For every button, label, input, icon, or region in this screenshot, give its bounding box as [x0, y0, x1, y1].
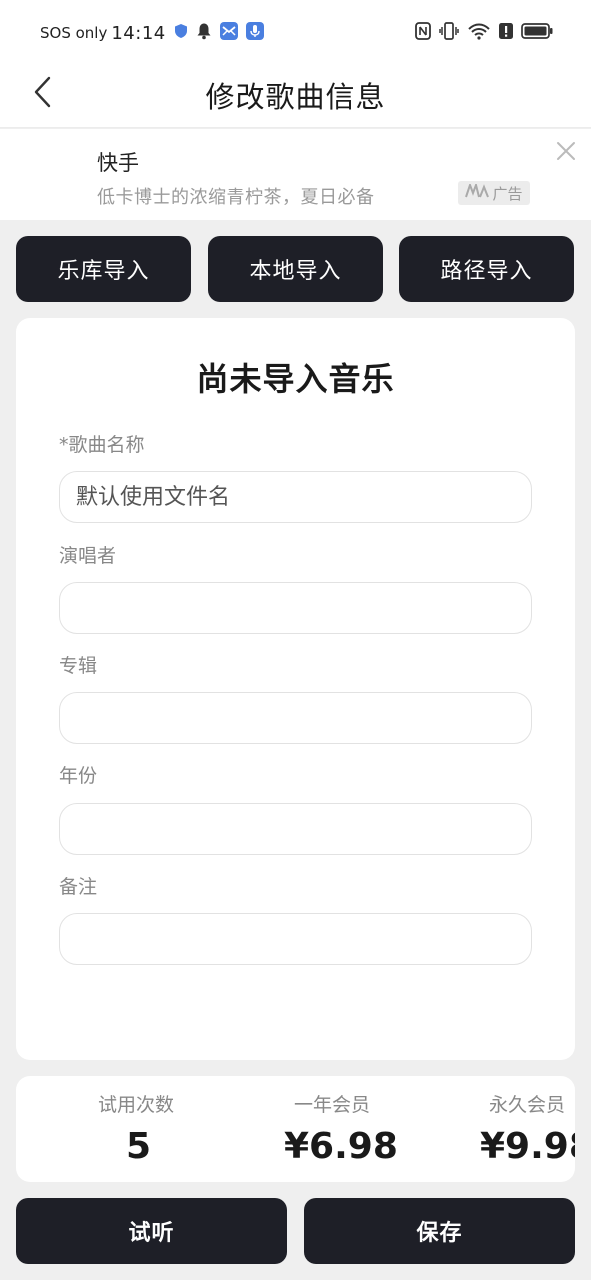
wifi-icon: [467, 22, 491, 44]
yearly-membership-option[interactable]: 一年会员 ¥6.98: [202, 1076, 398, 1182]
save-button[interactable]: 保存: [304, 1198, 575, 1264]
year-label: 年份: [59, 765, 98, 787]
pricing-panel: 试用次数 5 一年会员 ¥6.98 永久会员 ¥9.98: [16, 1076, 575, 1182]
import-button-row: 乐库导入 本地导入 路径导入: [16, 236, 575, 302]
ad-title: 快手: [97, 151, 139, 175]
path-import-button[interactable]: 路径导入: [399, 236, 574, 302]
carrier-text: SOS only: [40, 24, 108, 42]
mic-app-icon: [245, 22, 264, 44]
ad-banner[interactable]: 快手 低卡博士的浓缩青柠茶，夏日必备 广告: [0, 129, 591, 220]
yearly-membership-label: 一年会员: [294, 1094, 371, 1116]
vibrate-icon: [439, 22, 459, 44]
album-input[interactable]: [59, 692, 532, 744]
lifetime-membership-label: 永久会员: [489, 1094, 566, 1116]
trial-count-label: 试用次数: [98, 1094, 175, 1116]
app-header: 修改歌曲信息: [0, 66, 591, 128]
lifetime-membership-price: ¥9.98: [480, 1126, 575, 1167]
note-input[interactable]: [59, 913, 532, 965]
note-label: 备注: [59, 876, 98, 898]
trial-count-value: 5: [126, 1126, 152, 1167]
local-import-button[interactable]: 本地导入: [208, 236, 383, 302]
song-name-label: *歌曲名称: [59, 434, 145, 456]
battery-icon: [521, 22, 553, 44]
bell-icon: [196, 22, 212, 44]
alert-icon: [499, 22, 513, 44]
yearly-membership-price: ¥6.98: [284, 1126, 398, 1167]
ad-badge-label: 广告: [492, 184, 523, 203]
status-bar: SOS only 14:14: [0, 0, 591, 66]
ad-badge: 广告: [458, 181, 530, 205]
ad-logo-icon: [465, 181, 490, 202]
year-input[interactable]: [59, 803, 532, 855]
preview-button[interactable]: 试听: [16, 1198, 287, 1264]
page-title: 修改歌曲信息: [205, 80, 386, 114]
close-icon[interactable]: [555, 140, 577, 162]
nfc-icon: [415, 22, 431, 44]
artist-input[interactable]: [59, 582, 532, 634]
lifetime-membership-option[interactable]: 永久会员 ¥9.98: [388, 1076, 575, 1182]
song-name-input[interactable]: [59, 471, 532, 523]
artist-label: 演唱者: [59, 545, 117, 567]
album-label: 专辑: [59, 655, 98, 677]
mail-app-icon: [219, 22, 238, 44]
clock-text: 14:14: [111, 22, 166, 44]
ad-description: 低卡博士的浓缩青柠茶，夏日必备: [97, 187, 375, 208]
shield-icon: [174, 23, 188, 43]
song-info-card: 尚未导入音乐 *歌曲名称 演唱者 专辑 年份 备注: [16, 318, 575, 1060]
library-import-button[interactable]: 乐库导入: [16, 236, 191, 302]
card-heading: 尚未导入音乐: [196, 360, 395, 398]
